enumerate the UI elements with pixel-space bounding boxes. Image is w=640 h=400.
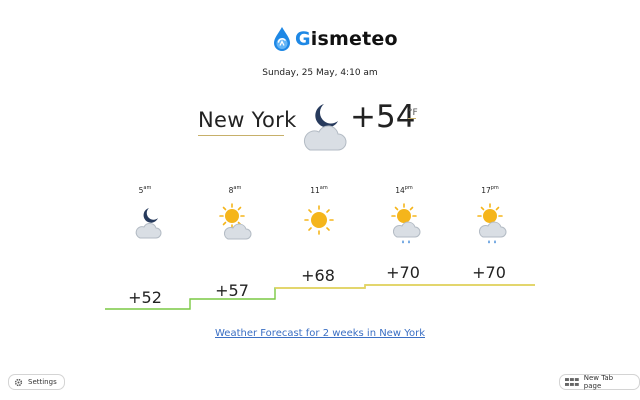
two-week-forecast-link[interactable]: Weather Forecast for 2 weeks in New York — [0, 328, 640, 339]
forecast-temp-5: +70 — [472, 263, 506, 282]
forecast-temp-4: +70 — [386, 263, 420, 282]
forecast-temp-3: +68 — [301, 266, 335, 285]
grid-icon — [565, 378, 579, 386]
temperature-step-line — [105, 284, 535, 310]
forecast-temp-1: +52 — [128, 288, 162, 307]
gear-icon — [14, 378, 23, 386]
new-tab-page-button[interactable]: New Tab page — [559, 374, 640, 390]
settings-label: Settings — [28, 378, 57, 386]
new-tab-label: New Tab page — [583, 374, 614, 390]
forecast-temp-2: +57 — [215, 281, 249, 300]
step-line-yellow — [275, 284, 535, 289]
settings-button[interactable]: Settings — [8, 374, 65, 390]
